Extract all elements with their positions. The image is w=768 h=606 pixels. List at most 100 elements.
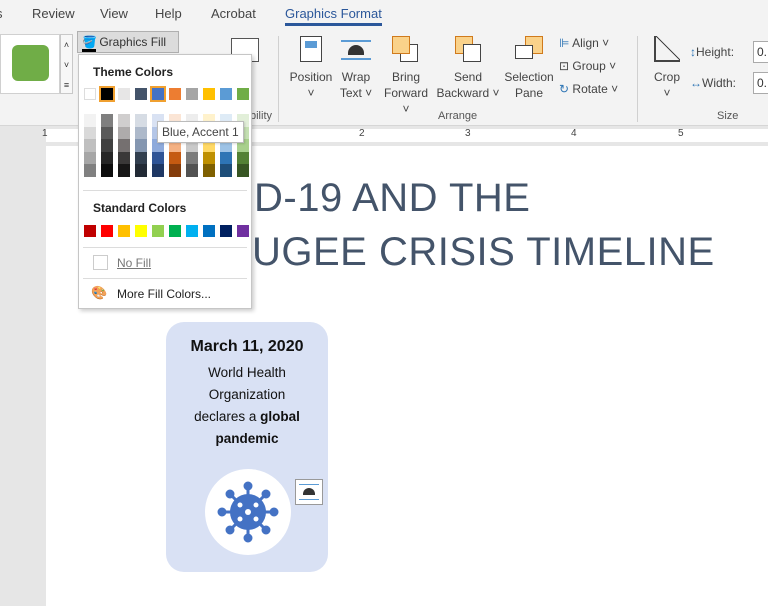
shade-color-swatch[interactable] [118, 126, 130, 139]
shade-color-swatch[interactable] [237, 164, 249, 177]
card-date: March 11, 2020 [190, 338, 304, 355]
group-button[interactable]: ⊡ Group ˅ [559, 58, 616, 74]
shade-color-swatch[interactable] [186, 151, 198, 164]
selection-pane-button[interactable]: Selection Pane [502, 69, 556, 101]
theme-color-swatch[interactable] [169, 88, 181, 100]
shade-color-swatch[interactable] [203, 164, 215, 177]
palette-icon: 🎨 [91, 285, 108, 300]
group-icon: ⊡ [559, 59, 570, 73]
crop-button[interactable]: Crop ˅ [648, 69, 686, 101]
theme-color-swatch[interactable] [150, 86, 166, 102]
tab-review[interactable]: Review [32, 6, 75, 21]
paint-bucket-icon: 🪣 [82, 35, 97, 52]
shade-color-swatch[interactable] [84, 164, 96, 177]
shade-color-swatch[interactable] [101, 164, 113, 177]
title-line-1: D-19 AND THE [254, 176, 531, 220]
theme-colors-heading: Theme Colors [93, 65, 174, 79]
shade-color-swatch[interactable] [118, 151, 130, 164]
crop-icon [654, 36, 680, 62]
standard-color-swatch[interactable] [203, 225, 215, 237]
ribbon-tabs: s Review View Help Acrobat Graphics Form… [0, 0, 768, 28]
shade-color-swatch[interactable] [152, 151, 164, 164]
standard-color-swatch[interactable] [152, 225, 164, 237]
standard-color-swatch[interactable] [84, 225, 96, 237]
size-group-label: Size [717, 110, 739, 122]
align-button[interactable]: ⊫ Align ˅ [559, 35, 609, 51]
theme-color-swatch[interactable] [118, 88, 130, 100]
position-button[interactable]: Position ˅ [287, 69, 335, 101]
width-label: ↔Width: [690, 76, 737, 90]
graphics-fill-label: Graphics Fill [99, 35, 167, 49]
graphics-fill-button[interactable]: 🪣 Graphics Fill ˅ [77, 31, 179, 66]
tab-acrobat[interactable]: Acrobat [211, 6, 256, 21]
no-fill-item[interactable]: No Fill [83, 251, 247, 275]
tab-partial[interactable]: s [0, 6, 3, 21]
shade-color-swatch[interactable] [118, 164, 130, 177]
shade-color-swatch[interactable] [84, 139, 96, 152]
standard-color-swatch[interactable] [220, 225, 232, 237]
standard-color-swatch[interactable] [186, 225, 198, 237]
height-input[interactable]: 0. [753, 41, 768, 63]
virus-icon [217, 481, 279, 543]
theme-color-swatch[interactable] [203, 88, 215, 100]
wrap-text-icon [341, 40, 371, 60]
height-label: ↕Height: [690, 45, 735, 59]
wrap-text-button[interactable]: Wrap Text ˅ [334, 69, 378, 101]
arrange-group-label: Arrange [438, 110, 478, 122]
ruler-number: 2 [359, 128, 365, 139]
theme-color-swatch[interactable] [220, 88, 232, 100]
timeline-card[interactable]: March 11, 2020 World Health Organization… [166, 322, 328, 572]
more-fill-colors-item[interactable]: 🎨 More Fill Colors... [83, 283, 247, 305]
rotate-button[interactable]: ↻ Rotate ˅ [559, 81, 618, 97]
theme-color-swatch[interactable] [84, 88, 96, 100]
standard-color-swatch[interactable] [118, 225, 130, 237]
width-input[interactable]: 0. [753, 72, 768, 94]
tab-help[interactable]: Help [155, 6, 182, 21]
bring-forward-button[interactable]: Bring Forward ˅ [379, 69, 433, 117]
shade-color-swatch[interactable] [169, 164, 181, 177]
layout-options-button[interactable] [295, 479, 323, 505]
shade-color-swatch[interactable] [186, 164, 198, 177]
rotate-icon: ↻ [559, 82, 570, 96]
shade-color-swatch[interactable] [101, 114, 113, 127]
align-icon: ⊫ [559, 36, 570, 50]
position-icon [300, 36, 322, 62]
shade-color-swatch[interactable] [84, 126, 96, 139]
style-swatch[interactable] [12, 45, 49, 81]
theme-color-swatch[interactable] [135, 88, 147, 100]
shade-color-swatch[interactable] [220, 164, 232, 177]
color-tooltip: Blue, Accent 1 [157, 121, 244, 143]
shade-color-swatch[interactable] [101, 151, 113, 164]
shade-color-swatch[interactable] [135, 139, 147, 152]
wrap-text-icon [299, 484, 319, 500]
shade-color-swatch[interactable] [135, 114, 147, 127]
theme-color-swatch[interactable] [186, 88, 198, 100]
tab-view[interactable]: View [100, 6, 128, 21]
shade-color-swatch[interactable] [203, 151, 215, 164]
shade-color-swatch[interactable] [101, 126, 113, 139]
shade-color-swatch[interactable] [84, 114, 96, 127]
shade-color-swatch[interactable] [135, 151, 147, 164]
shade-color-swatch[interactable] [135, 164, 147, 177]
card-text: World Health Organization declares a glo… [194, 365, 300, 446]
shade-color-swatch[interactable] [84, 151, 96, 164]
theme-color-swatch[interactable] [99, 86, 115, 102]
shade-color-swatch[interactable] [220, 151, 232, 164]
shade-color-swatch[interactable] [237, 151, 249, 164]
standard-color-swatch[interactable] [101, 225, 113, 237]
theme-color-swatch[interactable] [237, 88, 249, 100]
shade-color-swatch[interactable] [135, 126, 147, 139]
shade-color-swatch[interactable] [152, 164, 164, 177]
more-fill-colors-label: More Fill Colors... [117, 287, 212, 301]
shade-color-swatch[interactable] [169, 151, 181, 164]
standard-color-swatch[interactable] [237, 225, 249, 237]
gallery-scroll[interactable]: ˄ ˅ ≡ [60, 34, 73, 94]
shade-color-swatch[interactable] [118, 114, 130, 127]
shade-color-swatch[interactable] [118, 139, 130, 152]
standard-color-swatch[interactable] [135, 225, 147, 237]
send-backward-button[interactable]: Send Backward ˅ [436, 69, 500, 101]
standard-color-swatch[interactable] [169, 225, 181, 237]
tab-graphics-format[interactable]: Graphics Format [285, 6, 382, 26]
shade-color-swatch[interactable] [101, 139, 113, 152]
virus-icon-circle[interactable] [205, 469, 291, 555]
